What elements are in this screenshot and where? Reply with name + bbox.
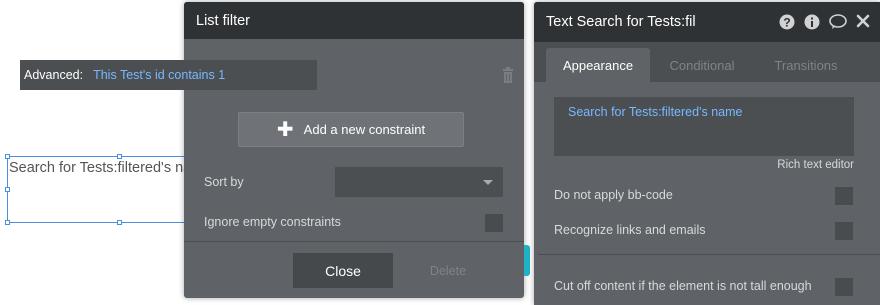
help-icon[interactable]: ? (779, 14, 795, 30)
list-filter-header[interactable]: List filter (184, 2, 524, 39)
trash-icon[interactable] (502, 67, 514, 83)
resize-handle-top-left[interactable] (5, 154, 10, 159)
option-label-links: Recognize links and emails (554, 223, 706, 237)
side-tab-handle[interactable] (524, 245, 530, 276)
property-editor-title: Text Search for Tests:fil (546, 14, 696, 30)
rich-text-editor-link[interactable]: Rich text editor (777, 159, 854, 171)
tab-appearance[interactable]: Appearance (546, 48, 650, 82)
property-divider (538, 254, 880, 255)
resize-handle-bottom-left[interactable] (5, 220, 10, 225)
ignore-empty-label: Ignore empty constraints (204, 215, 341, 229)
close-button[interactable]: Close (293, 253, 393, 288)
option-label-cut-off: Cut off content if the element is not ta… (554, 279, 812, 293)
constraint-expression[interactable]: This Test's id contains 1 (93, 68, 225, 82)
chevron-down-icon (483, 180, 493, 185)
header-icons: ? (779, 14, 870, 30)
bb-code-checkbox[interactable] (835, 187, 853, 205)
tab-transitions[interactable]: Transitions (762, 48, 850, 82)
add-constraint-label: Add a new constraint (303, 122, 426, 137)
comment-icon[interactable] (829, 14, 847, 30)
close-icon[interactable] (856, 14, 870, 28)
info-icon[interactable] (804, 14, 820, 30)
svg-text:?: ? (783, 16, 790, 30)
constraint-type-label: Advanced: (24, 68, 84, 82)
ignore-empty-checkbox[interactable] (485, 214, 503, 232)
tab-conditional[interactable]: Conditional (656, 48, 748, 82)
sort-by-dropdown[interactable] (335, 167, 503, 197)
resize-handle-top-center[interactable] (117, 154, 122, 159)
resize-handle-bottom-center[interactable] (117, 220, 122, 225)
links-checkbox[interactable] (835, 222, 853, 240)
resize-handle-middle-left[interactable] (5, 187, 10, 192)
footer-divider (184, 241, 524, 242)
constraint-row[interactable]: Advanced: This Test's id contains 1 (20, 60, 317, 90)
rich-text-input[interactable]: Search for Tests:filtered's name (554, 97, 854, 156)
option-label-bb-code: Do not apply bb-code (554, 188, 673, 202)
cut-off-checkbox[interactable] (835, 278, 853, 296)
content-expression[interactable]: Search for Tests:filtered's name (568, 105, 742, 119)
delete-button[interactable]: Delete (420, 253, 476, 288)
plus-icon: ✚ (276, 118, 294, 141)
canvas-text-content: Search for Tests:filtered's name (9, 160, 212, 176)
list-filter-title: List filter (196, 12, 250, 29)
sort-by-label: Sort by (204, 175, 244, 189)
add-constraint-button[interactable]: ✚ Add a new constraint (238, 112, 464, 147)
